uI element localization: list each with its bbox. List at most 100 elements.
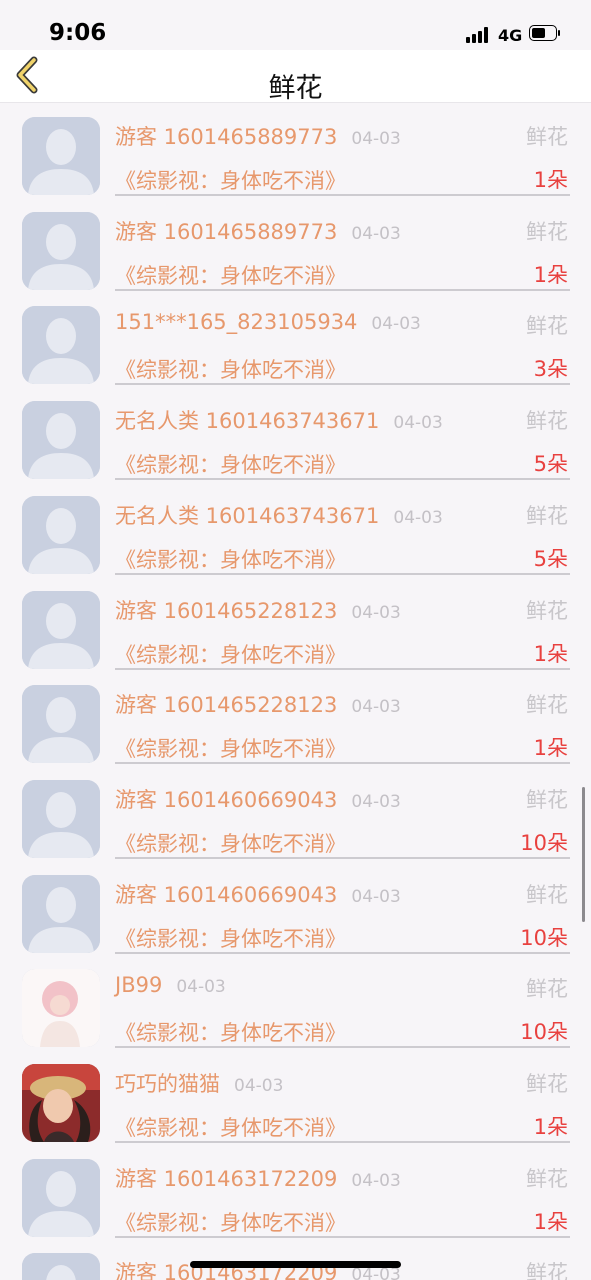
user-name: 游客 1601465889773 (115, 219, 338, 244)
status-bar: 9:06 4G (0, 0, 591, 50)
drama-title: 《综影视：身体吃不消》 (115, 1021, 346, 1046)
name-line: 游客 1601465889773 04-03 (115, 121, 401, 151)
gift-count: 10朵 (520, 925, 568, 950)
drama-title: 《综影视：身体吃不消》 (115, 926, 346, 951)
gift-type: 鲜花 (526, 1166, 568, 1191)
avatar[interactable] (22, 211, 100, 290)
avatar[interactable] (22, 779, 100, 858)
user-name: 游客 1601465228123 (115, 693, 338, 718)
user-name: 游客 1601465228123 (115, 598, 338, 623)
gift-date: 04-03 (351, 129, 401, 149)
row-divider (115, 572, 570, 575)
name-line: 151***165_823105934 04-03 (115, 310, 421, 334)
gift-count: 1朵 (533, 641, 568, 666)
drama-title: 《综影视：身体吃不消》 (115, 1210, 346, 1235)
gift-type: 鲜花 (526, 409, 568, 434)
row-divider (115, 762, 570, 765)
list-item[interactable]: 游客 1601465889773 04-03 鲜花 《综影视：身体吃不消》 1朵 (0, 198, 591, 293)
row-divider (115, 194, 570, 196)
list-item[interactable]: 游客 1601460669043 04-03 鲜花 《综影视：身体吃不消》 10朵 (0, 766, 591, 861)
list-item[interactable]: 游客 1601465889773 04-03 鲜花《综影视：身体吃不消》 1朵 (0, 103, 591, 198)
avatar[interactable] (22, 1064, 100, 1142)
gift-date: 04-03 (393, 413, 443, 434)
gift-date: 04-03 (234, 1076, 284, 1096)
gift-type: 鲜花 (526, 1072, 568, 1096)
row-divider (115, 856, 570, 859)
user-name: 游客 1601460669043 (115, 882, 338, 907)
avatar[interactable] (22, 685, 100, 764)
drama-title: 《综影视：身体吃不消》 (115, 642, 346, 667)
drama-title: 《综影视：身体吃不消》 (115, 831, 346, 856)
row-divider (115, 1046, 570, 1049)
avatar[interactable] (22, 969, 100, 1048)
name-line: JB99 04-03 (115, 973, 226, 997)
avatar[interactable] (22, 1253, 100, 1280)
list-item[interactable]: 无名人类 1601463743671 04-03 鲜花《综影视：身体吃不消》 5朵 (0, 387, 591, 482)
gift-record-list[interactable]: 游客 1601465889773 04-03 鲜花 《综影视：身体吃不消》 1朵 游客 1… (0, 103, 591, 1280)
row-divider (115, 383, 570, 386)
drama-title: 《综影视：身体吃不消》 (115, 1116, 346, 1140)
gift-count: 10朵 (520, 1020, 568, 1045)
gift-type: 鲜花 (526, 882, 568, 907)
list-item[interactable]: JB99 04-03 鲜花《综影视：身体吃不消》 10朵 (0, 955, 591, 1050)
name-line: 无名人类 1601463743671 04-03 (115, 500, 443, 530)
list-item[interactable]: 游客 1601463172209 04-03 鲜花 (0, 1239, 591, 1280)
row-divider (115, 478, 570, 481)
user-name: 无名人类 1601463743671 (115, 503, 380, 528)
avatar[interactable] (22, 590, 100, 669)
avatar[interactable] (22, 306, 100, 385)
list-item[interactable]: 游客 1601465228123 04-03 鲜花 《综影视：身体吃不消》 1朵 (0, 671, 591, 766)
nav-bar: 鲜花 (0, 50, 591, 104)
name-line: 巧巧的猫猫 04-03 (115, 1068, 283, 1098)
list-item[interactable]: 巧巧的猫猫 04-03 鲜花《综影视：身体吃不消》 1朵 (0, 1050, 591, 1145)
gift-date: 04-03 (351, 223, 401, 244)
gift-date: 04-03 (393, 507, 443, 528)
gift-count: 5朵 (533, 452, 568, 477)
gift-count: 1朵 (533, 1115, 568, 1139)
gift-count: 5朵 (533, 546, 568, 571)
list-item[interactable]: 151***165_823105934 04-03 鲜花 《综影视：身体吃不消》 3朵 (0, 292, 591, 387)
gift-type: 鲜花 (526, 977, 568, 1002)
signal-icon (466, 27, 492, 43)
name-line: 游客 1601460669043 04-03 (115, 879, 401, 909)
gift-date: 04-03 (176, 977, 226, 998)
name-line: 游客 1601465889773 04-03 (115, 216, 401, 246)
row-divider (115, 288, 570, 291)
user-name: 游客 1601463172209 (115, 1166, 338, 1191)
scrollbar[interactable] (582, 787, 585, 922)
gift-count: 1朵 (533, 168, 568, 192)
home-indicator[interactable] (190, 1261, 401, 1268)
status-time: 9:06 (49, 20, 107, 46)
gift-date: 04-03 (351, 791, 401, 812)
user-name: 游客 1601465889773 (115, 125, 338, 149)
gift-type: 鲜花 (526, 125, 568, 149)
list-item[interactable]: 游客 1601460669043 04-03 鲜花《综影视：身体吃不消》 10朵 (0, 861, 591, 956)
row-divider (115, 1235, 570, 1238)
user-name: 151***165_823105934 (115, 310, 358, 335)
avatar[interactable] (22, 401, 100, 480)
page-title: 鲜花 (268, 73, 323, 104)
network-label: 4G (498, 26, 523, 45)
battery-icon (529, 25, 561, 43)
gift-date: 04-03 (351, 1170, 401, 1191)
drama-title: 《综影视：身体吃不消》 (115, 169, 346, 193)
avatar[interactable] (22, 117, 100, 195)
name-line: 游客 1601465228123 04-03 (115, 595, 401, 625)
avatar[interactable] (22, 495, 100, 574)
drama-title: 《综影视：身体吃不消》 (115, 547, 346, 572)
user-name: 无名人类 1601463743671 (115, 409, 380, 434)
avatar[interactable] (22, 874, 100, 953)
list-item[interactable]: 游客 1601465228123 04-03 鲜花 《综影视：身体吃不消》 1朵 (0, 577, 591, 672)
gift-type: 鲜花 (526, 693, 568, 718)
gift-type: 鲜花 (526, 787, 568, 812)
name-line: 无名人类 1601463743671 04-03 (115, 405, 443, 435)
list-item[interactable]: 游客 1601463172209 04-03 鲜花 《综影视：身体吃不消》 1朵 (0, 1145, 591, 1240)
gift-type: 鲜花 (526, 314, 568, 339)
gift-date: 04-03 (351, 602, 401, 623)
drama-title: 《综影视：身体吃不消》 (115, 453, 346, 478)
row-divider (115, 951, 570, 954)
drama-title: 《综影视：身体吃不消》 (115, 263, 346, 288)
user-name: 游客 1601460669043 (115, 787, 338, 812)
list-item[interactable]: 无名人类 1601463743671 04-03 鲜花 《综影视：身体吃不消》 5朵 (0, 482, 591, 577)
avatar[interactable] (22, 1158, 100, 1237)
